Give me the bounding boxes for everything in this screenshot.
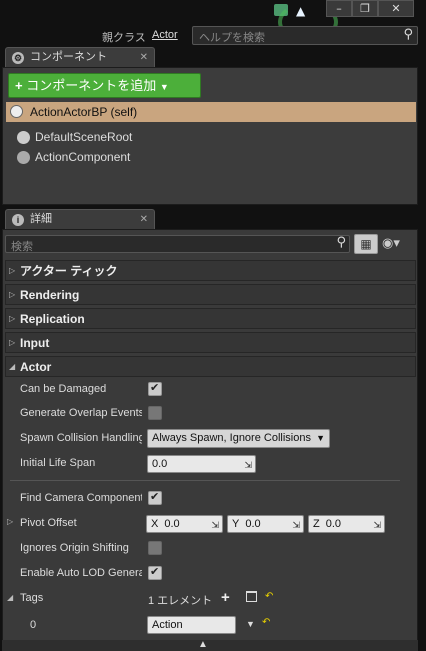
- components-panel: + コンポーネントを追加 ▼ ActionActorBP (self) Defa…: [2, 67, 418, 205]
- spawn-collision-dropdown[interactable]: Always Spawn, Ignore Collisions ▼: [147, 429, 330, 448]
- scroll-bottom-bar[interactable]: ▲: [2, 639, 418, 651]
- trash-icon[interactable]: [246, 591, 257, 602]
- dropdown-arrow-icon: ▼: [316, 433, 325, 443]
- components-tab-icon: ⚙: [12, 52, 24, 64]
- prop-label: Ignores Origin Shifting: [20, 542, 129, 554]
- category-actor[interactable]: ◢ Actor: [5, 356, 416, 377]
- spawn-collision-value: Always Spawn, Ignore Collisions: [152, 432, 311, 444]
- component-item[interactable]: DefaultSceneRoot: [17, 130, 132, 146]
- pivot-x-value: 0.0: [164, 518, 180, 530]
- close-tab-icon[interactable]: ✕: [140, 210, 148, 229]
- expanded-arrow-icon[interactable]: ◢: [7, 593, 13, 602]
- axis-label: X: [151, 518, 159, 530]
- initial-life-span-value: 0.0: [152, 458, 168, 470]
- actor-icon: [10, 105, 23, 118]
- prop-label: Generate Overlap Events: [20, 407, 142, 419]
- minimize-button[interactable]: –: [326, 0, 352, 17]
- component-item-label: ActionComponent: [35, 150, 131, 164]
- tags-count: 1 エレメント: [148, 595, 213, 607]
- collapsed-arrow-icon: ▷: [9, 290, 16, 299]
- add-component-button[interactable]: + コンポーネントを追加 ▼: [8, 73, 201, 98]
- prop-label: Initial Life Span: [20, 457, 96, 469]
- pivot-y-value: 0.0: [245, 518, 261, 530]
- help-search-input[interactable]: ヘルプを検索 ⚲: [192, 26, 418, 45]
- tab-components[interactable]: ⚙ コンポーネント ✕: [5, 47, 155, 67]
- axis-label: Z: [313, 518, 320, 530]
- component-gear-icon: [17, 151, 30, 164]
- search-icon[interactable]: ⚲: [336, 235, 346, 250]
- category-label: アクター ティック: [20, 264, 118, 278]
- find-camera-checkbox[interactable]: [148, 490, 162, 505]
- axis-label: Y: [232, 518, 240, 530]
- prop-label: Tags: [20, 592, 44, 604]
- search-icon[interactable]: ⚲: [403, 27, 413, 42]
- details-search-placeholder: 検索: [11, 241, 33, 253]
- eye-visibility-icon[interactable]: ◉▾: [382, 236, 400, 251]
- prop-label: Spawn Collision Handling: [20, 432, 142, 444]
- dropdown-arrow-icon[interactable]: ▼: [246, 619, 255, 629]
- category-input[interactable]: ▷ Input: [5, 332, 416, 353]
- category-label: Input: [20, 336, 50, 350]
- self-item-label: ActionActorBP (self): [30, 105, 138, 119]
- component-item-label: DefaultSceneRoot: [35, 130, 133, 144]
- help-search-placeholder: ヘルプを検索: [199, 32, 265, 44]
- collapsed-arrow-icon: ▷: [9, 338, 16, 347]
- property-matrix-button[interactable]: ▦: [354, 234, 378, 254]
- reset-default-icon[interactable]: ↶: [265, 591, 273, 602]
- tab-details[interactable]: i 詳細 ✕: [5, 209, 155, 229]
- initial-life-span-input[interactable]: 0.0 ⇲: [147, 455, 256, 473]
- expanded-arrow-icon: ◢: [9, 362, 16, 371]
- category-label: Actor: [20, 360, 52, 374]
- ignores-origin-checkbox[interactable]: [148, 541, 162, 555]
- info-icon: i: [12, 214, 24, 226]
- generate-overlap-checkbox[interactable]: [148, 406, 162, 420]
- drag-resize-icon[interactable]: ⇲: [292, 518, 300, 534]
- dropdown-arrow-icon: ▼: [159, 82, 169, 92]
- component-item[interactable]: ActionComponent: [17, 150, 130, 166]
- tag-value: Action: [152, 619, 183, 631]
- collapsed-arrow-icon[interactable]: ▷: [7, 517, 13, 526]
- pivot-z-value: 0.0: [325, 518, 342, 530]
- restore-button[interactable]: ❐: [352, 0, 378, 17]
- drag-resize-icon[interactable]: ⇲: [211, 518, 219, 534]
- prop-label: Enable Auto LOD Generation: [20, 567, 142, 579]
- add-component-label: コンポーネントを追加: [26, 78, 157, 93]
- pivot-z-input[interactable]: Z 0.0 ⇲: [308, 515, 385, 533]
- prop-label: Find Camera Component: [20, 492, 142, 504]
- details-search-input[interactable]: 検索 ⚲: [5, 235, 350, 253]
- prop-label: Can be Damaged: [20, 383, 107, 395]
- tab-details-label: 詳細: [30, 213, 52, 225]
- plus-icon: +: [15, 78, 23, 93]
- category-replication[interactable]: ▷ Replication: [5, 308, 416, 329]
- add-element-icon[interactable]: +: [221, 589, 230, 606]
- pivot-x-input[interactable]: X 0.0 ⇲: [146, 515, 223, 533]
- collapsed-arrow-icon: ▷: [9, 314, 16, 323]
- tab-components-label: コンポーネント: [30, 51, 107, 63]
- prop-label: Pivot Offset: [20, 517, 77, 529]
- pivot-y-input[interactable]: Y 0.0 ⇲: [227, 515, 304, 533]
- tag-index: 0: [30, 619, 37, 631]
- category-label: Rendering: [20, 288, 80, 302]
- category-label: Replication: [20, 312, 85, 326]
- collapsed-arrow-icon: ▷: [9, 266, 16, 275]
- can-be-damaged-checkbox[interactable]: [148, 381, 162, 396]
- drag-resize-icon[interactable]: ⇲: [373, 518, 381, 534]
- component-self-item[interactable]: ActionActorBP (self): [6, 102, 416, 122]
- scene-root-icon: [17, 131, 30, 144]
- reset-default-icon[interactable]: ↶: [262, 617, 270, 628]
- enable-auto-lod-checkbox[interactable]: [148, 565, 162, 580]
- scroll-up-arrow-icon[interactable]: ▲: [198, 639, 208, 650]
- close-tab-icon[interactable]: ✕: [140, 48, 148, 67]
- category-actor-tick[interactable]: ▷ アクター ティック: [5, 260, 416, 281]
- drag-resize-icon[interactable]: ⇲: [244, 458, 252, 474]
- parent-class-link[interactable]: Actor: [152, 29, 178, 41]
- category-rendering[interactable]: ▷ Rendering: [5, 284, 416, 305]
- close-button[interactable]: ✕: [378, 0, 414, 17]
- section-divider: [10, 480, 400, 481]
- parent-class-label: 親クラス: [102, 32, 146, 44]
- tag-value-input[interactable]: Action: [147, 616, 236, 634]
